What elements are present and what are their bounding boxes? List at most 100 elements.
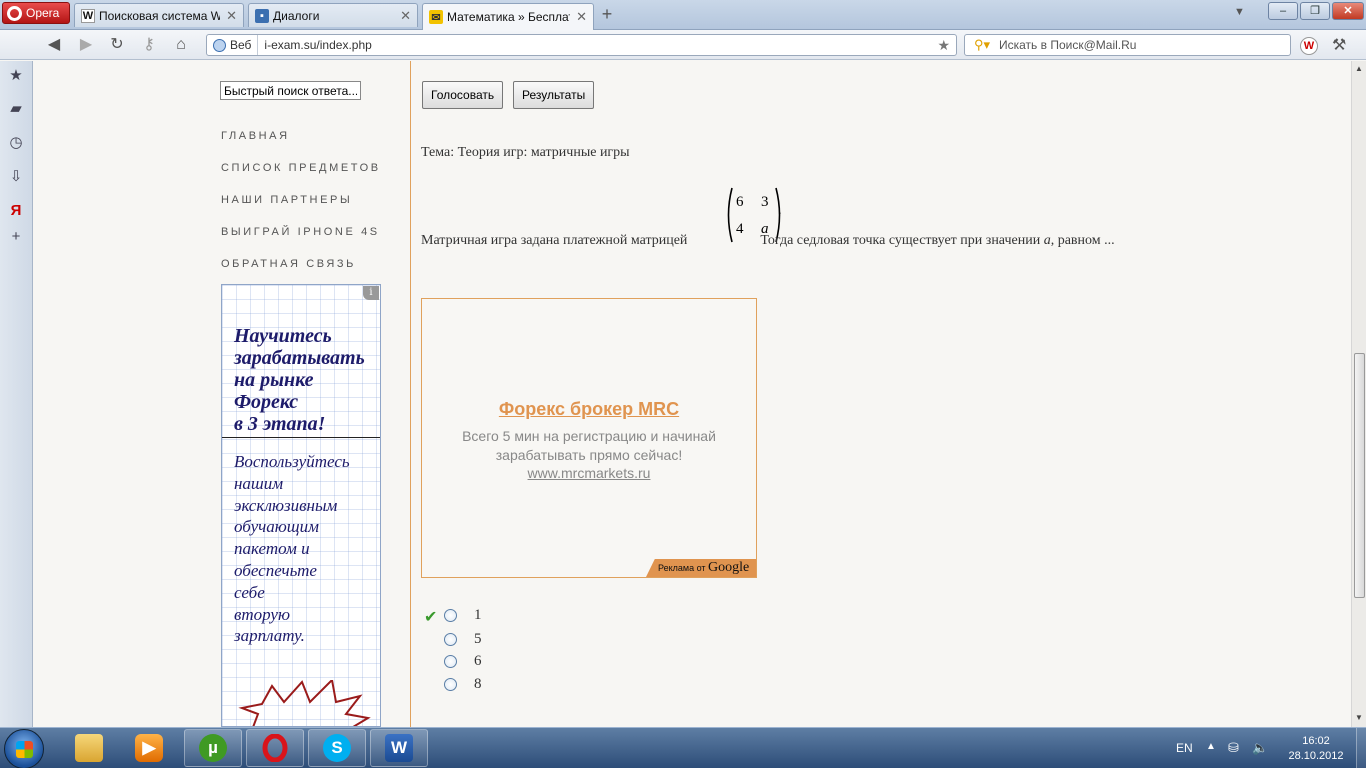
taskbar-explorer[interactable] xyxy=(60,729,118,767)
reload-icon[interactable]: ↻ xyxy=(107,35,127,55)
windows-logo-icon xyxy=(16,741,33,758)
close-icon[interactable]: ✕ xyxy=(400,8,411,24)
ad-title-link[interactable]: Форекс брокер MRC xyxy=(422,399,756,420)
starburst-icon xyxy=(238,680,371,726)
ad-body-line: эксклюзивным xyxy=(234,495,338,515)
network-icon[interactable]: ⛁ xyxy=(1228,740,1239,756)
star-icon[interactable]: ★ xyxy=(6,66,26,86)
nav-link-home[interactable]: ГЛАВНАЯ xyxy=(221,130,290,142)
answer-option[interactable]: 5 xyxy=(444,631,482,648)
language-indicator[interactable]: EN xyxy=(1176,741,1193,755)
ad-url-link[interactable]: www.mrcmarkets.ru xyxy=(422,465,756,481)
tab-strip: Opera W Поисковая система W... ✕ ▪ Диало… xyxy=(0,0,1366,30)
ad-headline: Научитесь зарабатывать на рынке Форекс в… xyxy=(234,325,380,435)
ad-headline-line: зарабатывать xyxy=(234,347,365,369)
radio-button[interactable] xyxy=(444,609,457,622)
answer-label: 6 xyxy=(474,653,482,669)
taskbar-opera[interactable] xyxy=(246,729,304,767)
show-desktop-button[interactable] xyxy=(1356,728,1366,768)
ad-body-line: обучающим xyxy=(234,517,319,537)
close-icon[interactable]: ✕ xyxy=(226,8,237,24)
utorrent-icon: µ xyxy=(199,734,227,762)
matrix-period: . xyxy=(778,203,782,218)
globe-icon xyxy=(213,38,226,52)
tab-label: Поисковая система W... xyxy=(99,8,221,23)
taskbar-word[interactable]: W xyxy=(370,729,428,767)
address-bar[interactable]: Веб i-exam.su/index.php ★ xyxy=(206,34,957,56)
question-variable: a xyxy=(1043,233,1051,248)
volume-icon[interactable]: 🔈 xyxy=(1252,740,1268,756)
close-icon[interactable]: ✕ xyxy=(576,9,587,25)
ad-body-line: обеспечьте xyxy=(234,560,317,580)
taskbar-media-player[interactable]: ▶ xyxy=(120,729,178,767)
vertical-scrollbar[interactable]: ▲ ▼ xyxy=(1351,61,1366,727)
matrix-cell: 3 xyxy=(761,194,769,210)
nav-link-iphone[interactable]: ВЫИГРАЙ IPHONE 4S xyxy=(221,226,380,238)
taskbar-utorrent[interactable]: µ xyxy=(184,729,242,767)
add-panel-icon[interactable]: + xyxy=(6,227,26,247)
forex-banner-ad[interactable]: i Научитесь зарабатывать на рынке Форекс… xyxy=(221,284,381,727)
scroll-thumb[interactable] xyxy=(1354,353,1365,598)
nav-link-partners[interactable]: НАШИ ПАРТНЕРЫ xyxy=(221,194,352,206)
url-text[interactable]: i-exam.su/index.php xyxy=(258,38,937,52)
wikipedia-favicon-icon: W xyxy=(81,8,95,23)
answer-option[interactable]: 1 xyxy=(444,607,482,624)
downloads-icon[interactable]: ⇩ xyxy=(6,167,26,187)
answer-label: 1 xyxy=(474,607,482,623)
ad-headline-line: Форекс xyxy=(234,391,299,413)
radio-button[interactable] xyxy=(444,633,457,646)
column-divider xyxy=(410,61,411,727)
google-logo-text: Google xyxy=(708,560,750,575)
windows-taskbar: ▶ µ S W EN ▲ ⛁ 🔈 16:02 28.10.2012 xyxy=(0,727,1366,768)
quick-search-input[interactable] xyxy=(220,81,361,100)
system-clock[interactable]: 16:02 28.10.2012 xyxy=(1280,734,1352,764)
web-badge[interactable]: Веб xyxy=(207,35,259,55)
question-text-end: , равном ... xyxy=(1050,233,1115,248)
nav-link-subjects[interactable]: СПИСОК ПРЕДМЕТОВ xyxy=(221,162,381,174)
close-window-button[interactable]: ✕ xyxy=(1332,2,1364,20)
maximize-button[interactable]: ❐ xyxy=(1300,2,1330,20)
forward-icon[interactable]: ▶ xyxy=(76,35,96,55)
page-content: ГЛАВНАЯ СПИСОК ПРЕДМЕТОВ НАШИ ПАРТНЕРЫ В… xyxy=(34,61,1351,727)
scroll-up-icon[interactable]: ▲ xyxy=(1352,62,1366,76)
chevron-down-icon[interactable]: ▼ xyxy=(1234,6,1245,18)
scroll-down-icon[interactable]: ▼ xyxy=(1352,711,1366,725)
tools-icon[interactable]: ⚒ xyxy=(1332,35,1346,55)
mail-icon: ✉ xyxy=(429,10,443,24)
matrix-cell: 6 xyxy=(736,194,744,210)
radio-button[interactable] xyxy=(444,678,457,691)
tab-dialogs[interactable]: ▪ Диалоги ✕ xyxy=(248,3,418,27)
ad-info-icon[interactable]: i xyxy=(363,286,379,300)
bookmark-star-icon[interactable]: ★ xyxy=(937,37,956,54)
google-text-ad[interactable]: Форекс брокер MRC Всего 5 мин на регистр… xyxy=(421,298,757,578)
tray-expand-icon[interactable]: ▲ xyxy=(1206,741,1216,752)
tab-mathematics[interactable]: ✉ Математика » Бесплат... ✕ xyxy=(422,3,594,30)
results-button[interactable]: Результаты xyxy=(513,81,595,109)
ad-headline-line: в 3 этапа! xyxy=(234,413,326,435)
nav-link-feedback[interactable]: ОБРАТНАЯ СВЯЗЬ xyxy=(221,258,356,270)
folder-icon xyxy=(75,734,103,762)
answer-option[interactable]: 8 xyxy=(444,676,482,693)
opera-menu-button[interactable]: Opera xyxy=(2,2,70,24)
ads-by-google-badge[interactable]: Реклама от Google xyxy=(646,559,756,577)
yandex-icon[interactable]: Я xyxy=(6,201,26,221)
key-icon[interactable]: ⚷ xyxy=(139,35,159,55)
chat-icon: ▪ xyxy=(255,8,269,23)
start-button[interactable] xyxy=(4,729,44,768)
back-icon[interactable]: ◀ xyxy=(44,35,64,55)
search-engine-icon[interactable]: ⚲▾ xyxy=(965,37,999,53)
answer-option[interactable]: 6 xyxy=(444,653,482,670)
search-field[interactable]: ⚲▾ Искать в Поиск@Mail.Ru xyxy=(964,34,1291,56)
history-icon[interactable]: ◷ xyxy=(6,133,26,153)
taskbar-skype[interactable]: S xyxy=(308,729,366,767)
new-tab-button[interactable]: + xyxy=(598,5,616,24)
vote-button[interactable]: Голосовать xyxy=(422,81,504,109)
wiki-extension-icon[interactable]: W xyxy=(1300,37,1318,55)
tab-wiki-search[interactable]: W Поисковая система W... ✕ xyxy=(74,3,244,27)
notes-icon[interactable]: ▰ xyxy=(6,99,26,119)
minimize-button[interactable]: – xyxy=(1268,2,1298,20)
web-badge-label: Веб xyxy=(230,38,252,52)
radio-button[interactable] xyxy=(444,655,457,668)
home-icon[interactable]: ⌂ xyxy=(171,35,191,55)
clock-date: 28.10.2012 xyxy=(1288,750,1344,762)
